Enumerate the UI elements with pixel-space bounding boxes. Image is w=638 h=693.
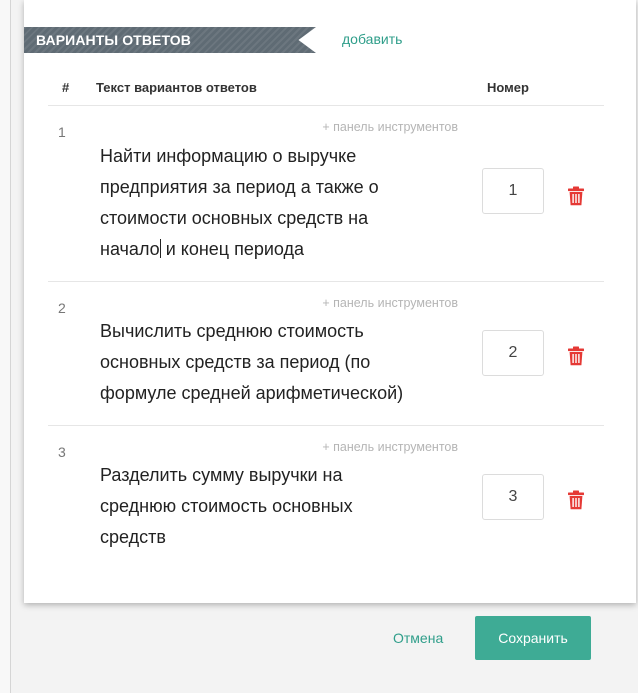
column-header-text: Текст вариантов ответов xyxy=(96,80,257,95)
answer-text-segment: и конец периода xyxy=(165,239,305,259)
answer-number-input[interactable] xyxy=(482,474,544,520)
answer-text-line: Найти информацию о выручке xyxy=(100,146,357,166)
toolbar-toggle-link[interactable]: + панель инструментов xyxy=(322,440,458,454)
column-header-number: Номер xyxy=(487,80,529,95)
add-answer-link[interactable]: добавить xyxy=(342,31,402,47)
answer-text-line: Разделить сумму выручки на xyxy=(100,465,343,485)
save-button[interactable]: Сохранить xyxy=(475,616,591,660)
trash-icon[interactable] xyxy=(567,490,585,510)
toolbar-toggle-link[interactable]: + панель инструментов xyxy=(322,120,458,134)
answer-number-input[interactable] xyxy=(482,330,544,376)
toolbar-toggle-link[interactable]: + панель инструментов xyxy=(322,296,458,310)
answer-index: 3 xyxy=(58,444,66,460)
answer-index: 2 xyxy=(58,300,66,316)
answer-text-editor[interactable]: Разделить сумму выручки на среднюю стоим… xyxy=(100,460,470,553)
trash-icon[interactable] xyxy=(567,186,585,206)
answer-text-editor[interactable]: Вычислить среднюю стоимость основных сре… xyxy=(100,316,470,409)
answer-row: 3 + панель инструментов Разделить сумму … xyxy=(48,426,604,576)
section-title: ВАРИАНТЫ ОТВЕТОВ xyxy=(36,32,191,48)
answer-text-line: стоимости основных средств на xyxy=(100,208,369,228)
answer-text-line: основных средств за период (по xyxy=(100,352,371,372)
answer-text-line: Вычислить среднюю стоимость xyxy=(100,321,364,341)
answer-text-segment: начало xyxy=(100,239,160,259)
answer-text-line: средств xyxy=(100,527,166,547)
answer-text-line: формуле средней арифметической) xyxy=(100,383,404,403)
answer-text-editor[interactable]: Найти информацию о выручке предприятия з… xyxy=(100,141,470,265)
left-panel-edge xyxy=(0,0,11,693)
trash-icon[interactable] xyxy=(567,346,585,366)
text-cursor xyxy=(159,239,161,258)
answer-text-line: предприятия за период а также о xyxy=(100,177,379,197)
column-header-index: # xyxy=(62,80,70,95)
answer-row: 2 + панель инструментов Вычислить средню… xyxy=(48,282,604,424)
cancel-button[interactable]: Отмена xyxy=(393,630,443,646)
answer-text-line: начало и конец периода xyxy=(100,234,470,265)
answer-row: 1 + панель инструментов Найти информацию… xyxy=(48,106,604,280)
answer-text-line: среднюю стоимость основных xyxy=(100,496,353,516)
answer-number-input[interactable] xyxy=(482,168,544,214)
answer-index: 1 xyxy=(58,124,66,140)
